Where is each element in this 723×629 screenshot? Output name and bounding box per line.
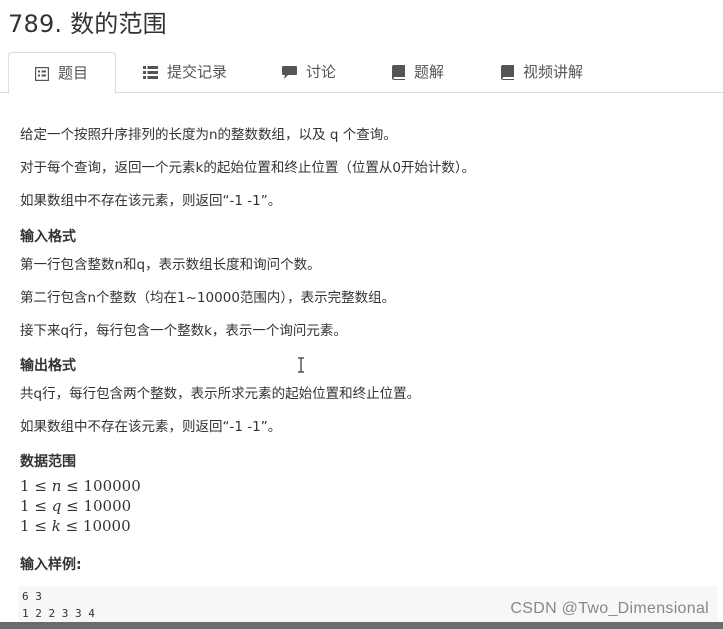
description-line: 如果数组中不存在该元素，则返回“-1 -1”。 (20, 193, 282, 209)
tab-label: 题解 (414, 63, 445, 81)
input-format-heading: 输入格式 (20, 229, 76, 245)
data-range-row: 1 ≤ k ≤ 10000 (20, 517, 131, 535)
tab-solutions[interactable]: 题解 (392, 52, 444, 92)
data-range-row: 1 ≤ n ≤ 100000 (20, 477, 141, 495)
output-format-line: 共q行，每行包含两个整数，表示所求元素的起始位置和终止位置。 (20, 386, 421, 402)
tab-submissions[interactable]: 提交记录 (143, 52, 227, 92)
description-line: 给定一个按照升序排列的长度为n的整数数组，以及 q 个查询。 (20, 127, 397, 143)
book-icon (392, 65, 405, 80)
book-icon (501, 65, 514, 80)
text-cursor-icon (297, 357, 305, 373)
tab-discussion[interactable]: 讨论 (282, 52, 336, 92)
watermark: CSDN @Two_Dimensional (510, 600, 709, 617)
input-format-line: 第二行包含n个整数（均在1~10000范围内），表示完整数组。 (20, 290, 396, 306)
scrollbar[interactable] (0, 622, 723, 629)
page-title: 789. 数的范围 (8, 10, 167, 38)
input-format-line: 第一行包含整数n和q，表示数组长度和询问个数。 (20, 257, 321, 273)
input-format-line: 接下来q行，每行包含一个整数k，表示一个询问元素。 (20, 323, 347, 339)
data-range-row: 1 ≤ q ≤ 10000 (20, 497, 132, 515)
output-format-heading: 输出格式 (20, 358, 76, 374)
data-range-heading: 数据范围 (20, 454, 76, 470)
comment-icon (282, 65, 297, 80)
output-format-line: 如果数组中不存在该元素，则返回“-1 -1”。 (20, 419, 282, 435)
tab-video[interactable]: 视频讲解 (501, 52, 583, 92)
tab-label: 题目 (58, 64, 89, 82)
list-icon (143, 66, 158, 79)
tab-label: 讨论 (306, 63, 337, 81)
sample-input-heading: 输入样例: (20, 557, 82, 573)
tab-bar: 题目 提交记录 讨论 题解 视频讲解 (0, 52, 723, 94)
doc-list-icon (35, 66, 49, 81)
tab-problem[interactable]: 题目 (8, 52, 116, 94)
code-line: 1 2 2 3 3 4 (22, 607, 95, 620)
tab-label: 视频讲解 (523, 63, 584, 81)
tab-label: 提交记录 (167, 63, 228, 81)
code-line: 6 3 (22, 590, 42, 603)
description-line: 对于每个查询，返回一个元素k的起始位置和终止位置（位置从0开始计数）。 (20, 160, 476, 176)
